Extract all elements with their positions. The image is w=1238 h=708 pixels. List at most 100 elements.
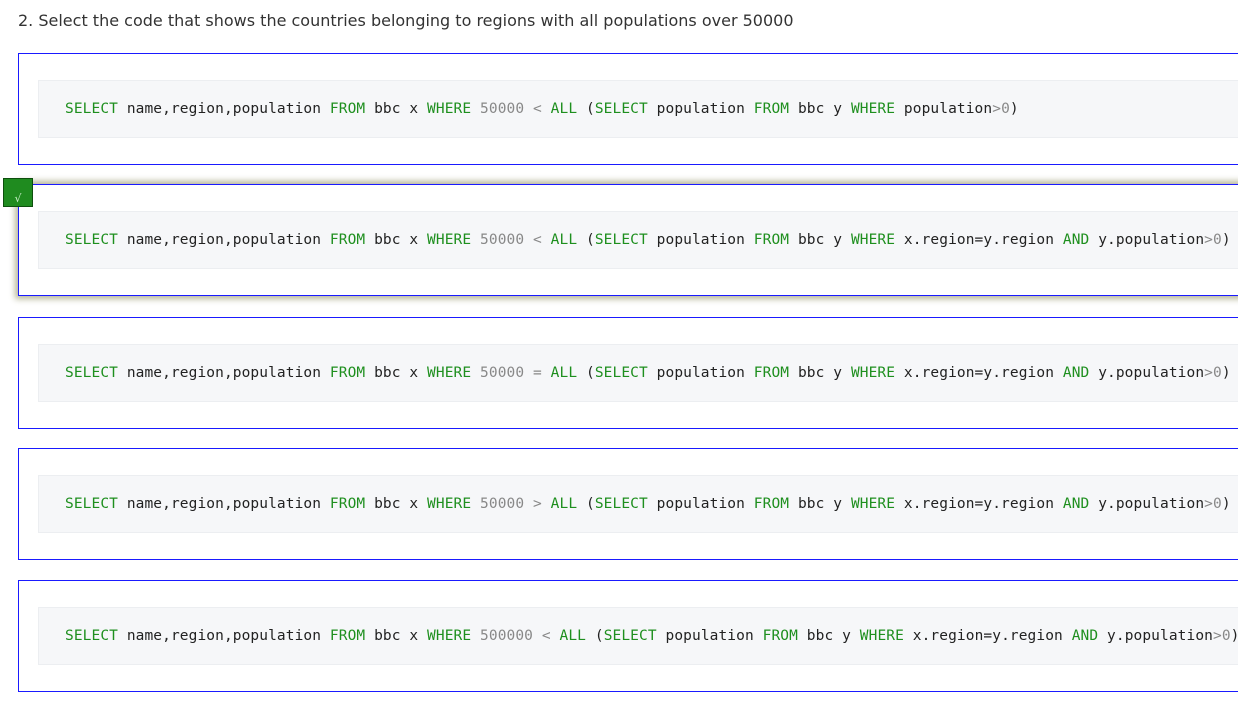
answer-option-3[interactable]: SELECT name,region,population FROM bbc x… [18, 317, 1238, 429]
answer-option-5[interactable]: SELECT name,region,population FROM bbc x… [18, 580, 1238, 692]
sql-keyword: FROM [329, 365, 366, 381]
sql-keyword: FROM [329, 232, 366, 248]
sql-keyword: ALL [550, 365, 578, 381]
sql-text: bbc y [789, 365, 851, 381]
sql-text: bbc x [365, 496, 428, 512]
sql-literal: 50000 > [471, 496, 551, 512]
sql-text: y.population [1089, 232, 1205, 248]
sql-keyword: SELECT [65, 496, 118, 512]
sql-text: population [647, 232, 754, 248]
checkmark-icon: √ [3, 178, 33, 207]
sql-keyword: WHERE [850, 101, 896, 117]
sql-keyword: FROM [753, 232, 790, 248]
sql-text: bbc y [797, 628, 860, 644]
sql-literal: >0 [1204, 496, 1222, 512]
sql-keyword: SELECT [603, 628, 657, 644]
sql-keyword: SELECT [65, 101, 118, 117]
code-block: SELECT name,region,population FROM bbc x… [38, 475, 1238, 533]
sql-text: bbc y [789, 496, 851, 512]
sql-text: bbc x [365, 628, 428, 644]
sql-keyword: AND [1062, 365, 1090, 381]
sql-text: bbc y [789, 232, 851, 248]
sql-keyword: ALL [550, 101, 578, 117]
sql-text: x.region=y.region [895, 365, 1063, 381]
sql-keyword: FROM [753, 365, 790, 381]
sql-keyword: AND [1062, 496, 1090, 512]
sql-text: ) [1221, 365, 1231, 381]
sql-text: ) [1009, 101, 1019, 117]
sql-text: ) [1221, 232, 1231, 248]
answer-option-4[interactable]: SELECT name,region,population FROM bbc x… [18, 448, 1238, 560]
code-block: SELECT name,region,population FROM bbc x… [38, 80, 1238, 138]
sql-text: ( [577, 232, 595, 248]
sql-keyword: WHERE [427, 628, 472, 644]
sql-keyword: SELECT [594, 232, 648, 248]
sql-keyword: WHERE [850, 365, 896, 381]
sql-text: bbc x [365, 365, 428, 381]
sql-text: ) [1231, 628, 1238, 644]
sql-text: ( [586, 628, 604, 644]
sql-keyword: WHERE [427, 496, 472, 512]
sql-keyword: AND [1062, 232, 1090, 248]
sql-keyword: FROM [329, 101, 366, 117]
sql-text: name,region,population [117, 628, 330, 644]
sql-keyword: WHERE [850, 496, 896, 512]
sql-text: y.population [1089, 496, 1205, 512]
sql-literal: >0 [1213, 628, 1231, 644]
sql-literal: 500000 < [471, 628, 560, 644]
sql-keyword: FROM [753, 101, 790, 117]
sql-text: y.population [1089, 365, 1205, 381]
sql-keyword: AND [1071, 628, 1099, 644]
sql-keyword: WHERE [427, 101, 472, 117]
sql-text: bbc x [365, 232, 428, 248]
code-block: SELECT name,region,population FROM bbc x… [38, 344, 1238, 402]
sql-keyword: SELECT [65, 365, 118, 381]
sql-text: y.population [1098, 628, 1213, 644]
sql-text: name,region,population [117, 232, 330, 248]
sql-text: population [656, 628, 763, 644]
sql-keyword: SELECT [594, 365, 648, 381]
sql-keyword: FROM [329, 496, 366, 512]
sql-keyword: FROM [753, 496, 790, 512]
sql-text: ( [577, 101, 595, 117]
sql-text: name,region,population [117, 101, 330, 117]
sql-text: name,region,population [117, 365, 330, 381]
sql-literal: >0 [992, 101, 1010, 117]
sql-literal: 50000 < [471, 232, 551, 248]
sql-keyword: WHERE [859, 628, 904, 644]
sql-text: name,region,population [117, 496, 330, 512]
code-block: SELECT name,region,population FROM bbc x… [38, 607, 1238, 665]
sql-keyword: SELECT [65, 628, 118, 644]
sql-text: bbc x [365, 101, 428, 117]
sql-literal: 50000 = [471, 365, 551, 381]
sql-literal: >0 [1204, 232, 1222, 248]
sql-text: bbc y [789, 101, 851, 117]
sql-text: ( [577, 496, 595, 512]
sql-keyword: SELECT [594, 101, 648, 117]
sql-literal: 50000 < [471, 101, 551, 117]
sql-text: population [647, 101, 754, 117]
sql-keyword: WHERE [850, 232, 896, 248]
sql-text: population [895, 101, 993, 117]
code-block: SELECT name,region,population FROM bbc x… [38, 211, 1238, 269]
sql-text: population [647, 365, 754, 381]
sql-keyword: FROM [329, 628, 366, 644]
sql-keyword: FROM [762, 628, 798, 644]
sql-text: ) [1221, 496, 1231, 512]
sql-literal: >0 [1204, 365, 1222, 381]
sql-text: x.region=y.region [895, 232, 1063, 248]
sql-text: ( [577, 365, 595, 381]
sql-keyword: ALL [550, 496, 578, 512]
sql-keyword: SELECT [594, 496, 648, 512]
sql-keyword: WHERE [427, 232, 472, 248]
sql-text: x.region=y.region [903, 628, 1072, 644]
sql-text: x.region=y.region [895, 496, 1063, 512]
sql-keyword: ALL [559, 628, 587, 644]
question-text: 2. Select the code that shows the countr… [18, 11, 794, 30]
sql-keyword: ALL [550, 232, 578, 248]
sql-keyword: SELECT [65, 232, 118, 248]
answer-option-2[interactable]: SELECT name,region,population FROM bbc x… [3, 178, 1238, 296]
sql-keyword: WHERE [427, 365, 472, 381]
answer-option-1[interactable]: SELECT name,region,population FROM bbc x… [18, 53, 1238, 165]
sql-text: population [647, 496, 754, 512]
